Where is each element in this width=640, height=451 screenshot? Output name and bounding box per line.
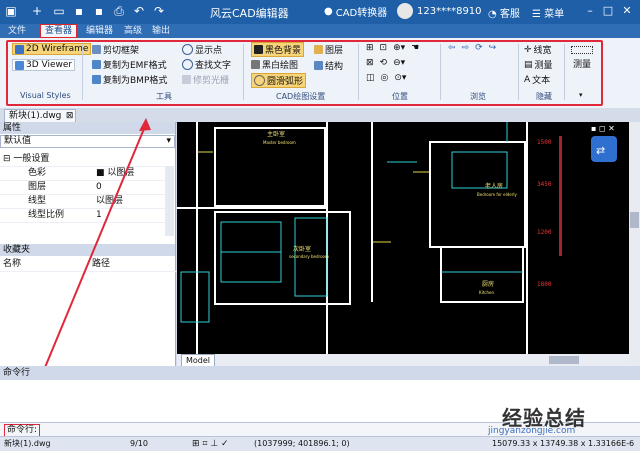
status-dimensions: 15079.33 x 13749.38 x 1.33166E-6 <box>492 439 635 448</box>
status-bar: 新块(1).dwg 9/10 ⊞ ⌗ ⊥ ✓ (1037999; 401896.… <box>0 436 640 451</box>
status-tools-icon[interactable]: ⊞ ⌗ ⊥ ✓ <box>192 437 229 451</box>
command-header: 命令行 <box>0 366 640 380</box>
status-coords: (1037999; 401896.1; 0) <box>254 439 350 448</box>
status-page: 9/10 <box>130 439 148 448</box>
watermark-url: jingyanzongjie.com <box>488 426 576 436</box>
status-file: 新块(1).dwg <box>4 439 51 448</box>
